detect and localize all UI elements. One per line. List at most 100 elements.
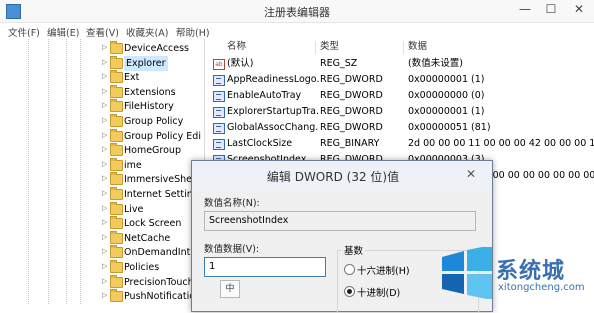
folder-icon bbox=[110, 41, 123, 54]
tree-item-label: NetCache bbox=[124, 232, 171, 244]
tree-item-label: FileHistory bbox=[124, 101, 174, 113]
radio-hex-label[interactable]: 十六进制(H) bbox=[357, 263, 410, 277]
column-header-data[interactable]: 数据 bbox=[408, 39, 427, 55]
folder-icon bbox=[110, 84, 123, 98]
expand-arrow-icon[interactable]: ▷ bbox=[102, 277, 107, 285]
expand-arrow-icon[interactable]: ▷ bbox=[102, 174, 107, 182]
value-row[interactable]: EnableAutoTray REG_DWORD 0x00000000 (0) bbox=[209, 88, 594, 104]
expand-arrow-icon[interactable]: ▷ bbox=[102, 58, 107, 66]
menu-file[interactable]: 文件(F) bbox=[8, 25, 40, 39]
expand-arrow-icon[interactable]: ▷ bbox=[102, 72, 107, 80]
value-type: REG_DWORD bbox=[320, 106, 383, 117]
folder-icon bbox=[110, 245, 123, 259]
tree-item-label: Group Policy Edi bbox=[124, 130, 201, 142]
folder-icon bbox=[110, 114, 123, 127]
expand-arrow-icon[interactable]: ▷ bbox=[102, 233, 107, 241]
registry-tree[interactable]: ▷ DeviceAccess ▷ Explorer ▷ Ext ▷ Extensions ▷ Fi… bbox=[0, 39, 205, 304]
close-button[interactable]: ✕ bbox=[566, 0, 592, 18]
tree-guide-line bbox=[48, 39, 49, 304]
logo-quad-3 bbox=[442, 274, 464, 294]
tree-item-label: Live bbox=[124, 203, 144, 215]
value-data: (数值未设置) bbox=[408, 58, 463, 69]
folder-icon bbox=[110, 128, 123, 142]
value-type: REG_DWORD bbox=[320, 74, 383, 85]
value-row[interactable]: AppReadinessLogo... REG_DWORD 0x00000001 (… bbox=[209, 72, 594, 88]
maximize-button[interactable]: ☐ bbox=[538, 0, 564, 18]
expand-arrow-icon[interactable]: ▷ bbox=[102, 43, 107, 51]
tree-guide-line bbox=[80, 39, 81, 304]
value-row[interactable]: LastClockSize REG_BINARY 2d 00 00 00 11 00… bbox=[209, 136, 594, 152]
column-header-name[interactable]: 名称 bbox=[227, 39, 246, 55]
column-header-type[interactable]: 类型 bbox=[320, 39, 339, 55]
value-row[interactable]: GlobalAssocChang... REG_DWORD 0x00000051 (… bbox=[209, 120, 594, 136]
tree-item-label: DeviceAccess bbox=[124, 43, 190, 54]
base-group-label: 基数 bbox=[342, 243, 366, 257]
binary-value-icon bbox=[213, 139, 225, 150]
folder-icon bbox=[110, 157, 123, 171]
radio-decimal-label[interactable]: 十进制(D) bbox=[357, 285, 400, 299]
menu-favorites[interactable]: 收藏夹(A) bbox=[126, 25, 168, 39]
menu-help[interactable]: 帮助(H) bbox=[176, 25, 210, 39]
tree-item-label: ime bbox=[124, 159, 142, 171]
value-data-input[interactable]: 1 bbox=[204, 257, 326, 277]
menu-bar: 文件(F) 编辑(E) 查看(V) 收藏夹(A) 帮助(H) bbox=[0, 23, 594, 39]
value-data: 0x00000000 (0) bbox=[408, 90, 485, 101]
radio-hex[interactable] bbox=[344, 264, 355, 275]
menu-view[interactable]: 查看(V) bbox=[86, 25, 119, 39]
binary-value-icon bbox=[213, 107, 225, 118]
expand-arrow-icon[interactable]: ▷ bbox=[102, 145, 107, 153]
windows-logo-icon bbox=[442, 247, 492, 299]
expand-arrow-icon[interactable]: ▷ bbox=[102, 101, 107, 109]
minimize-button[interactable]: — bbox=[512, 0, 538, 18]
value-data: 0x00000001 (1) bbox=[408, 74, 485, 85]
folder-icon bbox=[110, 172, 123, 186]
expand-arrow-icon[interactable]: ▷ bbox=[102, 160, 107, 168]
expand-arrow-icon[interactable]: ▷ bbox=[102, 87, 107, 95]
tree-item-label: ImmersiveShell bbox=[124, 174, 198, 186]
folder-icon bbox=[110, 289, 123, 303]
radio-decimal[interactable] bbox=[344, 286, 355, 297]
expand-arrow-icon[interactable]: ▷ bbox=[102, 247, 107, 255]
expand-arrow-icon[interactable]: ▷ bbox=[102, 131, 107, 139]
value-name-label: 数值名称(N): bbox=[204, 198, 260, 209]
tree-item-label: OnDemandInter bbox=[124, 247, 201, 259]
folder-icon bbox=[110, 216, 123, 230]
expand-arrow-icon[interactable]: ▷ bbox=[102, 204, 107, 212]
value-data: 0x00000051 (81) bbox=[408, 122, 491, 133]
value-data: 2d 00 00 00 11 00 00 00 42 00 00 00 11 0 bbox=[408, 138, 594, 149]
value-row[interactable]: ExplorerStartupTra... REG_DWORD 0x00000001… bbox=[209, 104, 594, 120]
binary-value-icon bbox=[213, 91, 225, 102]
tree-item-label: Extensions bbox=[124, 86, 176, 98]
folder-icon bbox=[110, 201, 123, 215]
expand-arrow-icon[interactable]: ▷ bbox=[102, 116, 107, 124]
logo-quad-1 bbox=[442, 251, 464, 271]
value-name: (默认) bbox=[227, 58, 254, 69]
watermark-text: 系统城 bbox=[496, 259, 566, 284]
tree-guide-line bbox=[28, 39, 29, 304]
column-divider[interactable] bbox=[315, 41, 316, 54]
tree-item-label: Policies bbox=[124, 262, 160, 273]
value-type: REG_DWORD bbox=[320, 122, 383, 133]
expand-arrow-icon[interactable]: ▷ bbox=[102, 291, 107, 299]
folder-icon bbox=[110, 274, 123, 288]
binary-value-icon bbox=[213, 123, 225, 134]
menu-edit[interactable]: 编辑(E) bbox=[47, 25, 79, 39]
column-divider[interactable] bbox=[403, 41, 404, 54]
value-name: AppReadinessLogo... bbox=[227, 74, 319, 85]
tree-item-label: Group Policy bbox=[124, 116, 184, 127]
binary-value-icon bbox=[213, 75, 225, 86]
watermark-logo: 系统城 xitongcheng.com bbox=[440, 245, 594, 304]
expand-arrow-icon[interactable]: ▷ bbox=[102, 262, 107, 270]
expand-arrow-icon[interactable]: ▷ bbox=[102, 218, 107, 226]
folder-icon bbox=[110, 55, 123, 69]
logo-quad-4 bbox=[467, 274, 492, 299]
folder-icon bbox=[110, 99, 123, 113]
value-name: LastClockSize bbox=[227, 138, 293, 149]
expand-arrow-icon[interactable]: ▷ bbox=[102, 189, 107, 197]
window-title: 注册表编辑器 bbox=[264, 6, 330, 19]
ime-indicator[interactable]: 中 bbox=[220, 280, 240, 298]
value-row[interactable]: ab (默认) REG_SZ (数值未设置) bbox=[209, 56, 594, 72]
tree-guide-line bbox=[66, 39, 67, 304]
folder-icon bbox=[110, 187, 123, 200]
dialog-close-button[interactable]: ✕ bbox=[460, 165, 482, 183]
